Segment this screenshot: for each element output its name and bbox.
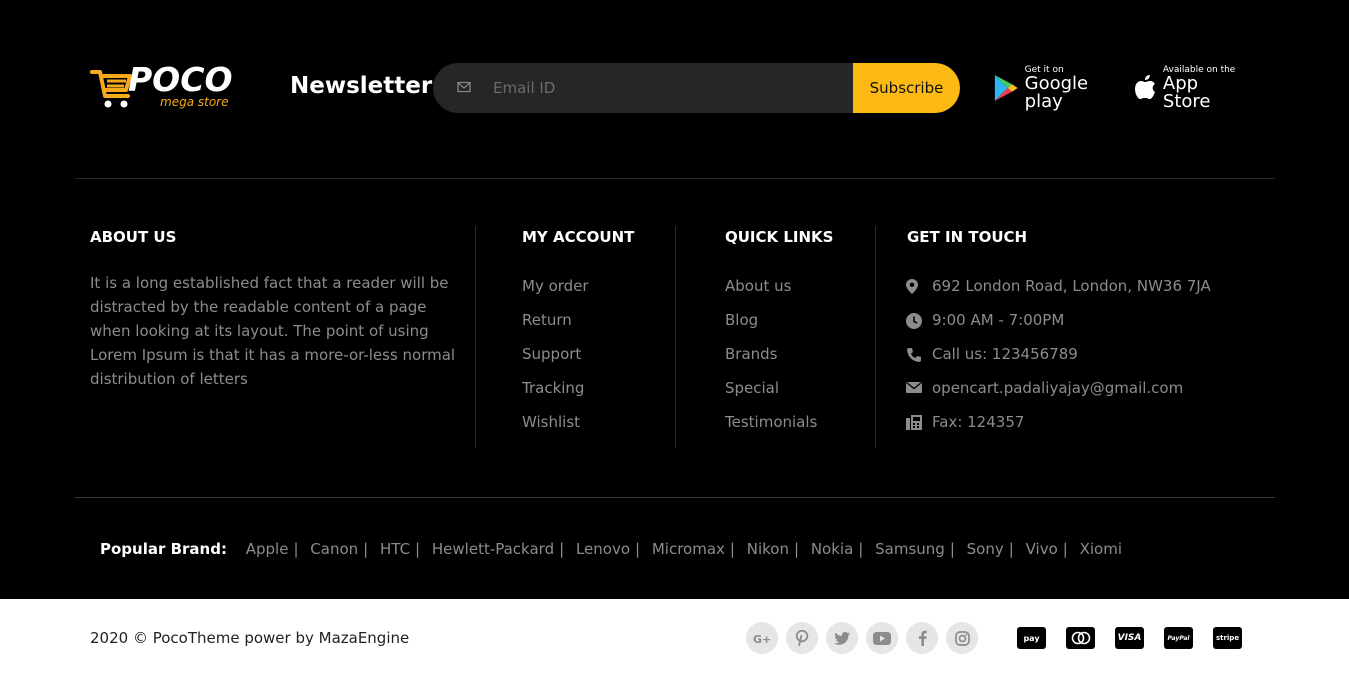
newsletter-title: Newsletter [290,73,433,99]
column-divider [675,226,676,448]
contact-title: GET IN TOUCH [907,228,1028,246]
contact-hours: 9:00 AM - 7:00PM [906,311,1211,345]
pinterest-icon[interactable] [786,622,818,654]
account-link[interactable]: My order [522,277,589,311]
quick-link[interactable]: Testimonials [725,413,817,447]
newsletter-form: Subscribe [433,63,960,113]
email-input[interactable] [493,63,893,113]
divider-bottom [75,497,1275,498]
payment-methods: pay VISA PayPal stripe [1017,627,1242,649]
mastercard-icon [1066,627,1095,649]
app-store-big: App Store [1162,72,1211,112]
column-divider [475,226,476,448]
quick-link[interactable]: Special [725,379,817,413]
account-link[interactable]: Wishlist [522,413,589,447]
brand-link[interactable]: HTC [380,540,410,558]
about-text: It is a long established fact that a rea… [90,274,456,388]
quick-link[interactable]: About us [725,277,817,311]
logo-name: POCO [128,60,233,99]
brand-link[interactable]: Canon [310,540,358,558]
brand-link[interactable]: Nokia [811,540,853,558]
quick-links-title: QUICK LINKS [725,228,834,246]
brand-link[interactable]: Lenovo [576,540,630,558]
subscribe-button[interactable]: Subscribe [853,63,960,113]
clock-icon [906,311,932,329]
map-marker-icon [906,277,932,294]
twitter-icon[interactable] [826,622,858,654]
google-plus-icon[interactable]: G+ [746,622,778,654]
account-links: My order Return Support Tracking Wishlis… [522,277,589,447]
google-play-icon [994,75,1018,101]
logo[interactable]: POCO mega store [90,60,240,114]
brand-link[interactable]: Xiomi [1080,540,1122,558]
facebook-icon[interactable] [906,622,938,654]
apple-icon [1134,75,1155,99]
amazon-pay-icon: pay [1017,627,1046,649]
about-title: ABOUT US [90,228,177,246]
brand-link[interactable]: Samsung [875,540,945,558]
brand-link[interactable]: Apple [246,540,289,558]
app-store-badge[interactable]: Available on the App Store [1133,65,1251,112]
fax-icon [906,413,932,430]
visa-icon: VISA [1115,627,1144,649]
brand-link[interactable]: Hewlett-Packard [432,540,554,558]
contact-email: opencart.padaliyajay@gmail.com [906,379,1211,413]
column-divider [875,226,876,448]
footer-top: POCO mega store Newsletter Subscribe Get… [0,0,1349,599]
copyright-text: 2020 © PocoTheme power by MazaEngine [90,629,410,647]
quick-links: About us Blog Brands Special Testimonial… [725,277,817,447]
stripe-icon: stripe [1213,627,1242,649]
account-link[interactable]: Tracking [522,379,589,413]
account-link[interactable]: Return [522,311,589,345]
paypal-icon: PayPal [1164,627,1193,649]
quick-link[interactable]: Brands [725,345,817,379]
mail-icon [457,81,471,93]
footer-bottom: 2020 © PocoTheme power by MazaEngine G+ … [0,599,1349,679]
envelope-icon [906,379,932,394]
google-play-big: Google play [1024,72,1089,112]
account-title: MY ACCOUNT [522,228,635,246]
contact-list: 692 London Road, London, NW36 7JA 9:00 A… [906,277,1211,447]
account-link[interactable]: Support [522,345,589,379]
brand-link[interactable]: Vivo [1026,540,1058,558]
svg-text:G+: G+ [753,633,771,644]
social-links: G+ [746,622,978,654]
brand-link[interactable]: Nikon [747,540,789,558]
youtube-icon[interactable] [866,622,898,654]
brand-link[interactable]: Micromax [652,540,725,558]
quick-link[interactable]: Blog [725,311,817,345]
popular-brand-label: Popular Brand: [100,540,227,558]
divider-top [75,178,1275,179]
logo-tagline: mega store [160,95,229,109]
instagram-icon[interactable] [946,622,978,654]
popular-brands: Popular Brand: Apple | Canon | HTC | Hewlet… [100,540,1122,558]
brand-link[interactable]: Sony [967,540,1004,558]
contact-fax: Fax: 124357 [906,413,1211,447]
contact-address: 692 London Road, London, NW36 7JA [906,277,1211,311]
contact-phone: Call us: 123456789 [906,345,1211,379]
phone-icon [906,345,932,363]
google-play-badge[interactable]: Get it on Google play [993,65,1123,112]
